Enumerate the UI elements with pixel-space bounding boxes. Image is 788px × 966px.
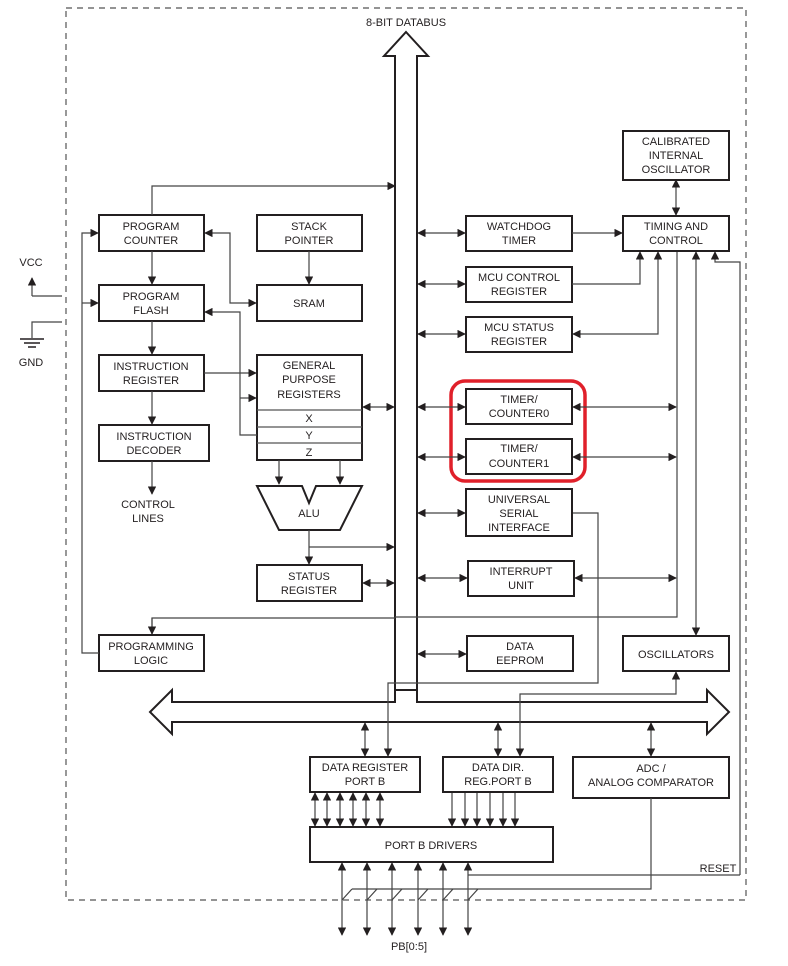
block-label: POINTER <box>285 235 334 247</box>
data-eeprom-block: DATA EEPROM <box>466 635 574 672</box>
block-label: LINES <box>132 513 164 525</box>
block-label: WATCHDOG <box>487 221 551 233</box>
block-label: TIMING AND <box>644 221 708 233</box>
interrupt-unit-block: INTERRUPT UNIT <box>467 560 575 597</box>
block-label: INTERFACE <box>488 522 550 534</box>
status-register-block: STATUS REGISTER <box>256 564 363 602</box>
block-label: INSTRUCTION <box>116 431 191 443</box>
block-label: ALU <box>298 508 319 520</box>
vertical-databus <box>381 30 431 696</box>
block-label: TIMER <box>502 235 536 247</box>
data-register-port-b-block: DATA REGISTER PORT B <box>309 756 421 793</box>
block-label: REGISTER <box>123 375 179 387</box>
control-lines-label: CONTROL LINES <box>121 499 175 525</box>
instruction-register-block: INSTRUCTION REGISTER <box>98 354 205 392</box>
reset-label: RESET <box>700 863 737 875</box>
block-label: COUNTER <box>124 235 178 247</box>
block-label: ANALOG COMPARATOR <box>588 777 714 789</box>
block-label: SRAM <box>293 298 325 310</box>
register-z: Z <box>306 447 313 459</box>
block-label: MCU CONTROL <box>478 272 560 284</box>
block-label: CONTROL <box>649 235 703 247</box>
block-label: DATA DIR. <box>472 762 524 774</box>
alu-block: ALU <box>255 485 364 531</box>
block-label: PORT B <box>345 776 386 788</box>
block-label: COUNTER1 <box>489 458 550 470</box>
programming-logic-block: PROGRAMMING LOGIC <box>98 634 205 672</box>
block-label: REGISTER <box>491 336 547 348</box>
general-purpose-registers-block: GENERAL PURPOSE REGISTERS X Y Z <box>256 354 363 461</box>
block-label: TIMER/ <box>500 394 538 406</box>
block-label: OSCILLATORS <box>638 649 714 661</box>
register-y: Y <box>305 430 313 442</box>
block-label: COUNTER0 <box>489 408 550 420</box>
block-diagram: 8-BIT DATABUS VCC GND PROGRAM COUNTER ST… <box>19 7 747 953</box>
instruction-decoder-block: INSTRUCTION DECODER <box>98 424 210 462</box>
horizontal-databus <box>148 687 731 737</box>
block-label: LOGIC <box>134 655 168 667</box>
block-label: INSTRUCTION <box>113 361 188 373</box>
databus-label: 8-BIT DATABUS <box>366 17 446 29</box>
program-flash-block: PROGRAM FLASH <box>98 284 205 322</box>
block-label: SERIAL <box>499 508 538 520</box>
register-x: X <box>305 413 313 425</box>
vcc-symbol: VCC <box>19 257 62 297</box>
block-label: STACK <box>291 221 328 233</box>
block-label: VCC <box>19 257 42 269</box>
block-label: ADC / <box>636 763 666 775</box>
block-label: INTERRUPT <box>490 566 553 578</box>
oscillators-block: OSCILLATORS <box>622 635 730 672</box>
data-dir-reg-port-b-block: DATA DIR. REG.PORT B <box>442 756 554 793</box>
block-label: CONTROL <box>121 499 175 511</box>
timer-counter1-block: TIMER/ COUNTER1 <box>465 438 573 475</box>
block-label: CALIBRATED <box>642 136 710 148</box>
universal-serial-interface-block: UNIVERSAL SERIAL INTERFACE <box>465 488 573 537</box>
block-label: DATA <box>506 641 534 653</box>
watchdog-timer-block: WATCHDOG TIMER <box>465 215 573 252</box>
timer-counter0-block: TIMER/ COUNTER0 <box>465 388 573 425</box>
block-label: TIMER/ <box>500 443 538 455</box>
block-label: REGISTERS <box>277 389 341 401</box>
block-label: FLASH <box>133 305 169 317</box>
block-label: MCU STATUS <box>484 322 554 334</box>
mcu-control-register-block: MCU CONTROL REGISTER <box>465 266 573 303</box>
sram-block: SRAM <box>256 284 363 322</box>
block-label: REG.PORT B <box>464 776 531 788</box>
block-label: PROGRAMMING <box>108 641 194 653</box>
block-label: GENERAL <box>283 360 336 372</box>
pins-label: PB[0:5] <box>391 941 427 953</box>
block-label: REGISTER <box>491 286 547 298</box>
port-b-drivers-block: PORT B DRIVERS <box>309 826 554 863</box>
block-label: UNIVERSAL <box>488 494 550 506</box>
program-counter-block: PROGRAM COUNTER <box>98 214 205 252</box>
block-label: DATA REGISTER <box>322 762 408 774</box>
block-label: PORT B DRIVERS <box>385 840 478 852</box>
block-label: REGISTER <box>281 585 337 597</box>
block-label: EEPROM <box>496 655 544 667</box>
block-label: OSCILLATOR <box>642 164 711 176</box>
block-label: UNIT <box>508 580 534 592</box>
block-label: STATUS <box>288 571 330 583</box>
gnd-symbol: GND <box>19 321 62 369</box>
block-label: PROGRAM <box>123 221 180 233</box>
block-label: PROGRAM <box>123 291 180 303</box>
timing-control-block: TIMING AND CONTROL <box>622 215 730 252</box>
block-label: GND <box>19 357 44 369</box>
block-label: DECODER <box>126 445 181 457</box>
calibrated-oscillator-block: CALIBRATED INTERNAL OSCILLATOR <box>622 130 730 181</box>
mcu-status-register-block: MCU STATUS REGISTER <box>465 316 573 353</box>
block-label: INTERNAL <box>649 150 703 162</box>
adc-comparator-block: ADC / ANALOG COMPARATOR <box>572 756 730 799</box>
block-label: PURPOSE <box>282 374 336 386</box>
stack-pointer-block: STACK POINTER <box>256 214 363 252</box>
